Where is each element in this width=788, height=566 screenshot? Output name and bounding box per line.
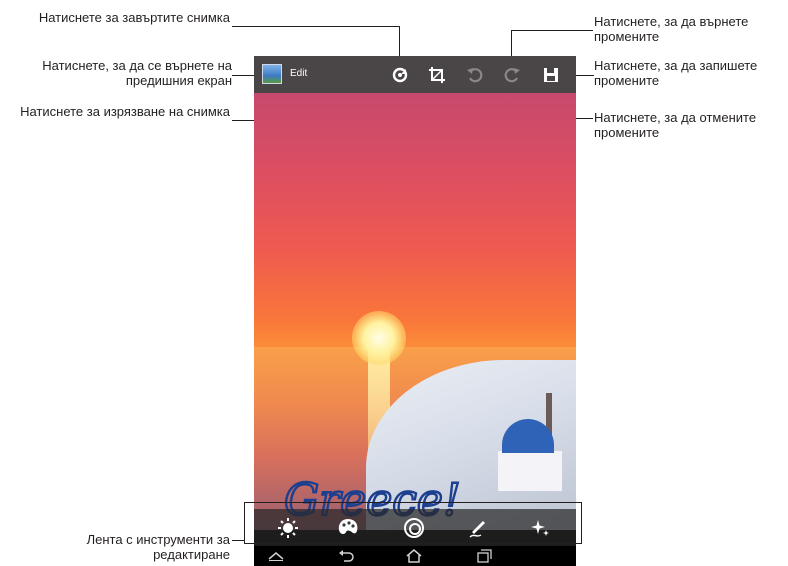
phone-screen: Greece! Edit xyxy=(254,56,576,566)
leader-toolbar xyxy=(232,540,244,541)
system-nav-bar xyxy=(254,546,576,566)
sun xyxy=(352,311,406,365)
up-arrow-icon[interactable] xyxy=(256,546,296,566)
sunset-photo: Greece! xyxy=(254,93,576,530)
back-thumbnail-icon[interactable] xyxy=(262,64,282,84)
leader-rotate-h xyxy=(232,26,400,27)
edit-title: Edit xyxy=(290,68,308,79)
undo-icon[interactable] xyxy=(460,56,490,93)
callout-redo: Натиснете, за да върнете промените xyxy=(594,14,749,44)
home-icon[interactable] xyxy=(394,546,434,566)
callout-save: Натиснете, за да запишете промените xyxy=(594,58,758,88)
redo-icon[interactable] xyxy=(497,56,527,93)
callout-undo: Натиснете, за да отмените промените xyxy=(594,110,757,140)
callout-toolbar: Лента с инструменти за редактиране xyxy=(86,532,230,562)
save-icon[interactable] xyxy=(536,56,566,93)
back-icon[interactable] xyxy=(326,546,366,566)
toolbar-highlight-frame xyxy=(244,502,582,544)
callout-back: Натиснете, за да се върнете на предишния… xyxy=(42,58,232,88)
callout-rotate: Натиснете за завъртите снимка xyxy=(38,10,230,25)
rotate-icon[interactable] xyxy=(385,56,415,93)
top-action-bar: Edit xyxy=(254,56,576,93)
crop-icon[interactable] xyxy=(422,56,452,93)
callout-crop: Натиснете за изрязване на снимка xyxy=(20,104,230,119)
leader-redo-h xyxy=(511,30,593,31)
recent-apps-icon[interactable] xyxy=(464,546,504,566)
